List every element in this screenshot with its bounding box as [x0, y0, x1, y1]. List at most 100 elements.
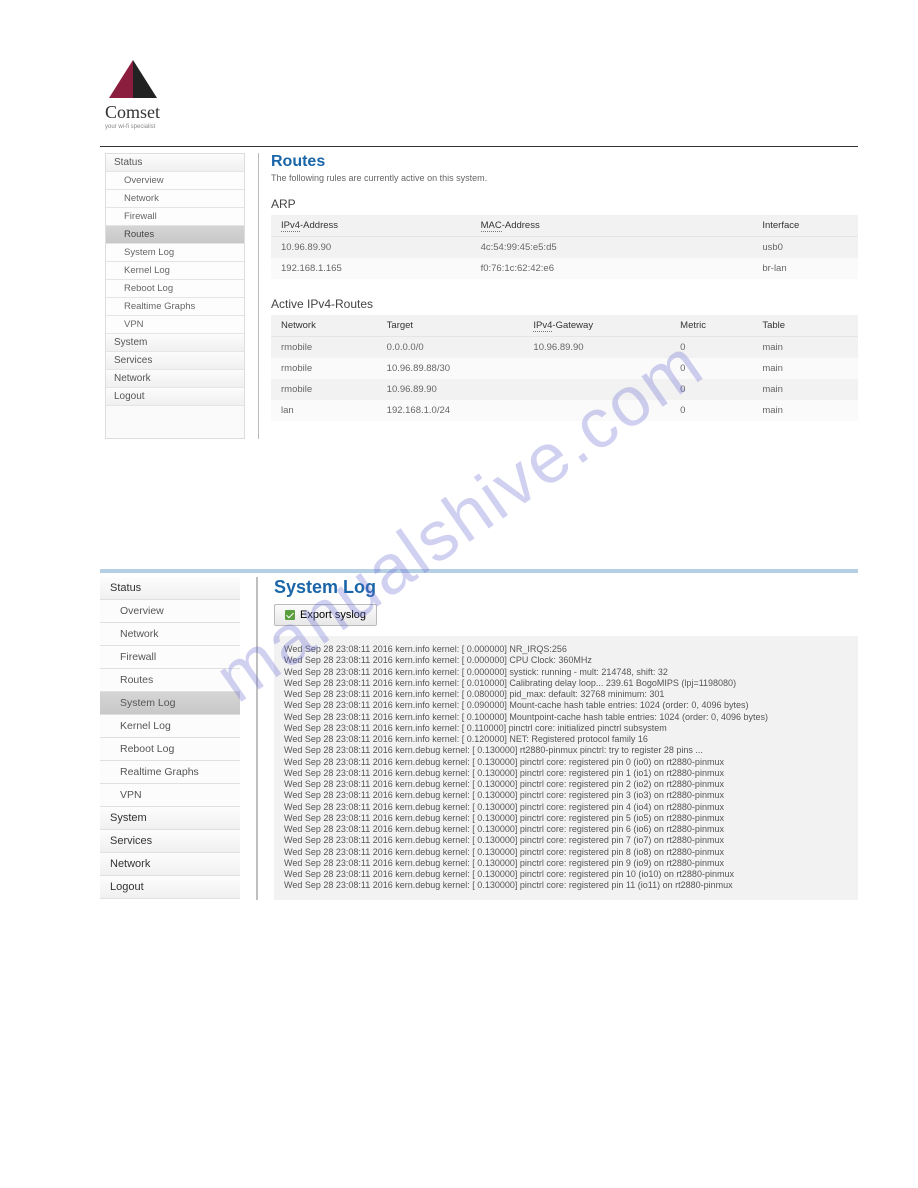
log-line: Wed Sep 28 23:08:11 2016 kern.info kerne… — [284, 712, 848, 723]
sidebar-item-kernel-log[interactable]: Kernel Log — [106, 262, 244, 280]
export-syslog-button[interactable]: Export syslog — [274, 604, 377, 626]
column-header: Interface — [752, 215, 858, 237]
log-line: Wed Sep 28 23:08:11 2016 kern.debug kern… — [284, 757, 848, 768]
column-header: Table — [752, 315, 858, 337]
brand-tagline: your wi-fi specialist — [105, 124, 918, 130]
table-cell: main — [752, 337, 858, 359]
table-row: rmobile10.96.89.88/30 0main — [271, 358, 858, 379]
sidebar-item-services[interactable]: Services — [100, 830, 240, 853]
log-line: Wed Sep 28 23:08:11 2016 kern.debug kern… — [284, 835, 848, 846]
sidebar-item-logout[interactable]: Logout — [106, 388, 244, 406]
sidebar-item-network[interactable]: Network — [106, 370, 244, 388]
brand-header: Comset your wi-fi specialist — [0, 0, 918, 138]
log-line: Wed Sep 28 23:08:11 2016 kern.info kerne… — [284, 667, 848, 678]
table-cell: rmobile — [271, 358, 377, 379]
table-cell — [523, 358, 670, 379]
sidebar-item-reboot-log[interactable]: Reboot Log — [106, 280, 244, 298]
sidebar-item-network[interactable]: Network — [106, 190, 244, 208]
sidebar-item-kernel-log[interactable]: Kernel Log — [100, 715, 240, 738]
sidebar-item-logout[interactable]: Logout — [100, 876, 240, 899]
table-row: rmobile0.0.0.0/010.96.89.900main — [271, 337, 858, 359]
table-row: lan192.168.1.0/24 0main — [271, 400, 858, 421]
log-line: Wed Sep 28 23:08:11 2016 kern.info kerne… — [284, 689, 848, 700]
table-cell: main — [752, 379, 858, 400]
content-area: Routes The following rules are currently… — [271, 153, 858, 439]
arp-table: IPv4-AddressMAC-AddressInterface 10.96.8… — [271, 215, 858, 279]
log-line: Wed Sep 28 23:08:11 2016 kern.debug kern… — [284, 847, 848, 858]
column-header: Metric — [670, 315, 752, 337]
log-line: Wed Sep 28 23:08:11 2016 kern.debug kern… — [284, 745, 848, 756]
logo-icon — [109, 60, 157, 100]
table-cell: lan — [271, 400, 377, 421]
routes-heading: Active IPv4-Routes — [271, 297, 858, 311]
sidebar-item-network[interactable]: Network — [100, 853, 240, 876]
sidebar-item-status[interactable]: Status — [106, 154, 244, 172]
table-row: rmobile10.96.89.90 0main — [271, 379, 858, 400]
table-cell: f0:76:1c:62:42:e6 — [471, 258, 753, 279]
table-cell: main — [752, 358, 858, 379]
sidebar-item-system[interactable]: System — [100, 807, 240, 830]
log-line: Wed Sep 28 23:08:11 2016 kern.info kerne… — [284, 734, 848, 745]
table-row: 10.96.89.904c:54:99:45:e5:d5usb0 — [271, 237, 858, 259]
sidebar-item-realtime-graphs[interactable]: Realtime Graphs — [106, 298, 244, 316]
sidebar-item-system-log[interactable]: System Log — [100, 692, 240, 715]
log-line: Wed Sep 28 23:08:11 2016 kern.info kerne… — [284, 700, 848, 711]
column-header: IPv4-Gateway — [523, 315, 670, 337]
page-title: System Log — [274, 577, 858, 598]
sidebar-item-services[interactable]: Services — [106, 352, 244, 370]
column-header: Network — [271, 315, 377, 337]
arp-heading: ARP — [271, 197, 858, 211]
routes-table: NetworkTargetIPv4-GatewayMetricTable rmo… — [271, 315, 858, 421]
brand-name: Comset — [105, 102, 918, 123]
sidebar-item-system-log[interactable]: System Log — [106, 244, 244, 262]
log-line: Wed Sep 28 23:08:11 2016 kern.info kerne… — [284, 678, 848, 689]
log-line: Wed Sep 28 23:08:11 2016 kern.info kerne… — [284, 655, 848, 666]
sidebar-item-vpn[interactable]: VPN — [106, 316, 244, 334]
sidebar-item-vpn[interactable]: VPN — [100, 784, 240, 807]
log-line: Wed Sep 28 23:08:11 2016 kern.debug kern… — [284, 768, 848, 779]
table-cell — [523, 400, 670, 421]
sidebar-item-network[interactable]: Network — [100, 623, 240, 646]
table-cell: 192.168.1.0/24 — [377, 400, 524, 421]
log-line: Wed Sep 28 23:08:11 2016 kern.debug kern… — [284, 858, 848, 869]
table-cell: main — [752, 400, 858, 421]
sidebar: StatusOverviewNetworkFirewallRoutesSyste… — [105, 153, 245, 439]
export-icon — [285, 610, 295, 620]
log-line: Wed Sep 28 23:08:11 2016 kern.debug kern… — [284, 790, 848, 801]
table-row: 192.168.1.165f0:76:1c:62:42:e6br-lan — [271, 258, 858, 279]
log-line: Wed Sep 28 23:08:11 2016 kern.info kerne… — [284, 723, 848, 734]
sidebar: StatusOverviewNetworkFirewallRoutesSyste… — [100, 577, 240, 900]
sidebar-item-firewall[interactable]: Firewall — [106, 208, 244, 226]
log-line: Wed Sep 28 23:08:11 2016 kern.debug kern… — [284, 813, 848, 824]
table-cell: 0 — [670, 379, 752, 400]
table-cell: 10.96.89.90 — [377, 379, 524, 400]
sidebar-item-realtime-graphs[interactable]: Realtime Graphs — [100, 761, 240, 784]
sidebar-item-firewall[interactable]: Firewall — [100, 646, 240, 669]
column-header: MAC-Address — [471, 215, 753, 237]
log-line: Wed Sep 28 23:08:11 2016 kern.info kerne… — [284, 644, 848, 655]
table-cell: 10.96.89.88/30 — [377, 358, 524, 379]
sidebar-item-overview[interactable]: Overview — [106, 172, 244, 190]
table-cell: rmobile — [271, 337, 377, 359]
page-subtitle: The following rules are currently active… — [271, 173, 858, 183]
table-cell — [523, 379, 670, 400]
sidebar-item-routes[interactable]: Routes — [106, 226, 244, 244]
table-cell: br-lan — [752, 258, 858, 279]
syslog-output: Wed Sep 28 23:08:11 2016 kern.info kerne… — [274, 636, 858, 900]
sidebar-item-routes[interactable]: Routes — [100, 669, 240, 692]
sidebar-item-system[interactable]: System — [106, 334, 244, 352]
table-cell: rmobile — [271, 379, 377, 400]
log-line: Wed Sep 28 23:08:11 2016 kern.debug kern… — [284, 880, 848, 891]
table-cell: 192.168.1.165 — [271, 258, 471, 279]
log-line: Wed Sep 28 23:08:11 2016 kern.debug kern… — [284, 802, 848, 813]
sidebar-item-overview[interactable]: Overview — [100, 600, 240, 623]
table-cell: 0 — [670, 400, 752, 421]
sidebar-item-reboot-log[interactable]: Reboot Log — [100, 738, 240, 761]
log-line: Wed Sep 28 23:08:11 2016 kern.debug kern… — [284, 824, 848, 835]
table-cell: usb0 — [752, 237, 858, 259]
log-line: Wed Sep 28 23:08:11 2016 kern.debug kern… — [284, 869, 848, 880]
log-line: Wed Sep 28 23:08:11 2016 kern.debug kern… — [284, 779, 848, 790]
export-button-label: Export syslog — [300, 609, 366, 621]
sidebar-item-status[interactable]: Status — [100, 577, 240, 600]
table-cell: 0 — [670, 358, 752, 379]
